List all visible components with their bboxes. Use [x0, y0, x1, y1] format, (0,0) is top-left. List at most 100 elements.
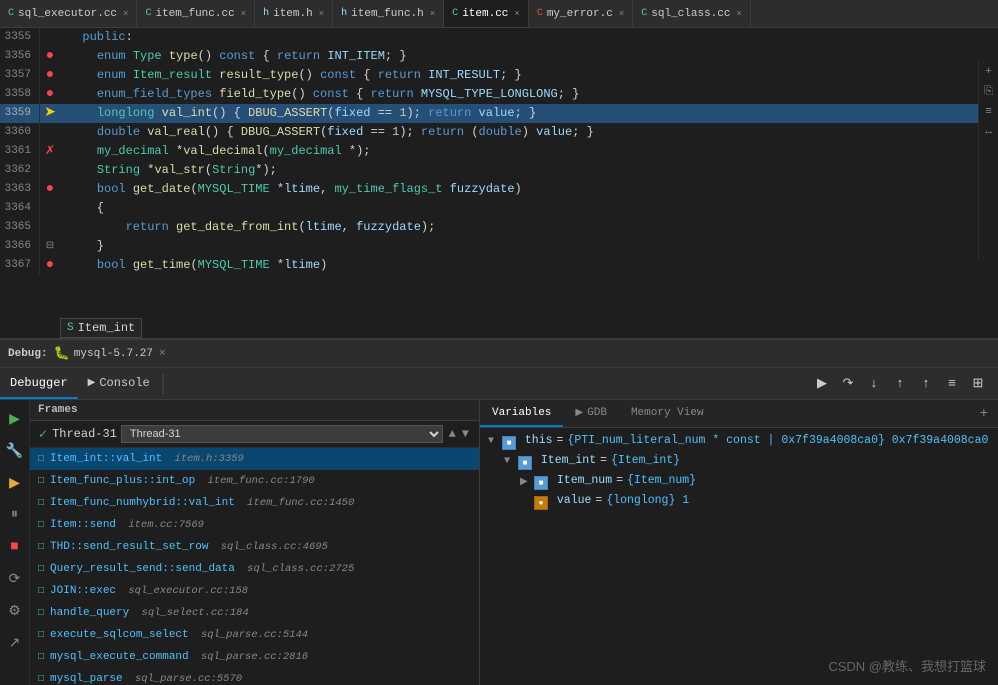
- frame-item-8[interactable]: □ execute_sqlcom_select sql_parse.cc:514…: [30, 624, 479, 646]
- frame-icon: □: [38, 498, 44, 509]
- bookmark-sidebar-icon[interactable]: ↗: [4, 632, 26, 654]
- line-marker-bp[interactable]: ●: [40, 256, 60, 275]
- frame-item-1[interactable]: □ Item_func_plus::int_op item_func.cc:17…: [30, 470, 479, 492]
- thread-dropdown[interactable]: Thread-31: [121, 425, 443, 443]
- line-marker-bp[interactable]: ●: [40, 180, 60, 199]
- h-icon: h: [341, 8, 347, 19]
- line-marker-fold: ⊟: [40, 237, 60, 256]
- line-content: double val_real() { DBUG_ASSERT(fixed ==…: [60, 123, 594, 142]
- debug-close-icon[interactable]: ×: [159, 348, 166, 360]
- debug-toolbar: Debugger ▶ Console ▶ ↷ ↓ ↑ ↑ ≡ ⊞: [0, 368, 998, 400]
- run-sidebar-icon[interactable]: ▶: [4, 472, 26, 494]
- frame-item-2[interactable]: □ Item_func_numhybrid::val_int item_func…: [30, 492, 479, 514]
- code-line-3358: 3358 ● enum_field_types field_type() con…: [0, 85, 998, 104]
- step-into-btn[interactable]: ↓: [862, 372, 886, 396]
- tab-item-h[interactable]: h item.h ×: [255, 0, 333, 27]
- line-marker-bp[interactable]: ●: [40, 85, 60, 104]
- tab-close-icon[interactable]: ×: [123, 9, 128, 19]
- frames-label: Frames: [38, 404, 78, 416]
- frame-name: Item_int::val_int: [50, 453, 162, 465]
- tab-item-func-cc[interactable]: C item_func.cc ×: [137, 0, 255, 27]
- run-to-cursor-btn[interactable]: ↑: [914, 372, 938, 396]
- line-content: }: [60, 237, 104, 256]
- debug-sidebar: ▶ 🔧 ▶ ⏸ ■ ⟳ ⚙ ↗: [0, 400, 30, 685]
- line-number: 3364: [0, 199, 40, 218]
- tab-close-icon[interactable]: ×: [514, 9, 519, 19]
- frames-panel: Frames ✓ Thread-31 Thread-31 ▲ ▼ □ Item_…: [30, 400, 480, 685]
- expand-item-num-icon[interactable]: ▶: [520, 476, 532, 488]
- frame-file: item_func.cc:1790: [201, 475, 314, 487]
- code-line-3365: 3365 return get_date_from_int(ltime, fuz…: [0, 218, 998, 237]
- frame-file: sql_select.cc:184: [135, 607, 248, 619]
- expand-item-int-icon[interactable]: ▼: [504, 456, 516, 467]
- resume-btn[interactable]: ▶: [810, 372, 834, 396]
- tab-console[interactable]: ▶ Console: [78, 368, 160, 399]
- var-panel-tools: +: [974, 400, 998, 427]
- debug-panels: ▶ 🔧 ▶ ⏸ ■ ⟳ ⚙ ↗ Frames ✓ Thread-31 Threa…: [0, 400, 998, 685]
- add-watch-btn[interactable]: +: [974, 406, 994, 422]
- tab-close-icon[interactable]: ×: [430, 9, 435, 19]
- thread-down-arrow[interactable]: ▼: [460, 427, 471, 441]
- evaluate-btn[interactable]: ≡: [940, 372, 964, 396]
- line-content: enum Item_result result_type() const { r…: [60, 66, 522, 85]
- ac-icon: S: [67, 322, 74, 334]
- line-number: 3362: [0, 161, 40, 180]
- line-content: {: [60, 199, 104, 218]
- frame-item-7[interactable]: □ handle_query sql_select.cc:184: [30, 602, 479, 624]
- thread-up-arrow[interactable]: ▲: [447, 427, 458, 441]
- tab-close-icon[interactable]: ×: [241, 9, 246, 19]
- step-over-btn[interactable]: ↷: [836, 372, 860, 396]
- frame-icon: □: [38, 630, 44, 641]
- frame-item-9[interactable]: □ mysql_execute_command sql_parse.cc:281…: [30, 646, 479, 668]
- tab-close-icon[interactable]: ×: [736, 9, 741, 19]
- cc-icon: C: [145, 8, 151, 19]
- var-tabs: Variables ▶ GDB Memory View +: [480, 400, 998, 428]
- tab-label: item.cc: [462, 8, 508, 20]
- step-out-btn[interactable]: ↑: [888, 372, 912, 396]
- frame-item-10[interactable]: □ mysql_parse sql_parse.cc:5570: [30, 668, 479, 685]
- settings-sidebar-icon[interactable]: 🔧: [4, 440, 26, 462]
- session-icon: 🐛: [54, 346, 70, 361]
- frame-name: mysql_parse: [50, 673, 123, 685]
- frame-item-5[interactable]: □ Query_result_send::send_data sql_class…: [30, 558, 479, 580]
- tab-variables[interactable]: Variables: [480, 400, 563, 427]
- frame-icon: □: [38, 586, 44, 597]
- line-number: 3365: [0, 218, 40, 237]
- reload-sidebar-icon[interactable]: ⟳: [4, 568, 26, 590]
- frame-item-0[interactable]: □ Item_int::val_int item.h:3359: [30, 448, 479, 470]
- tab-close-icon[interactable]: ×: [619, 9, 624, 19]
- resume-sidebar-icon[interactable]: ▶: [4, 408, 26, 430]
- tab-item-cc[interactable]: C item.cc ×: [444, 0, 529, 27]
- line-marker-bp[interactable]: ●: [40, 47, 60, 66]
- code-line-3367: 3367 ● bool get_time(MYSQL_TIME *ltime): [0, 256, 998, 275]
- tab-close-icon[interactable]: ×: [319, 9, 324, 19]
- tab-sql-class[interactable]: C sql_class.cc ×: [633, 0, 751, 27]
- line-marker-bp[interactable]: ●: [40, 66, 60, 85]
- tab-sql-executor[interactable]: C sql_executor.cc ×: [0, 0, 137, 27]
- code-line-3362: 3362 String *val_str(String*);: [0, 161, 998, 180]
- frame-item-6[interactable]: □ JOIN::exec sql_executor.cc:158: [30, 580, 479, 602]
- stop-sidebar-icon[interactable]: ■: [4, 536, 26, 558]
- code-line-3363: 3363 ● bool get_date(MYSQL_TIME *ltime, …: [0, 180, 998, 199]
- line-marker-x: ✗: [40, 142, 60, 161]
- settings2-sidebar-icon[interactable]: ⚙: [4, 600, 26, 622]
- tab-memory-view[interactable]: Memory View: [619, 400, 716, 427]
- frame-item-4[interactable]: □ THD::send_result_set_row sql_class.cc:…: [30, 536, 479, 558]
- pause-sidebar-icon[interactable]: ⏸: [4, 504, 26, 526]
- tab-debugger[interactable]: Debugger: [0, 368, 78, 399]
- tab-variables-label: Variables: [492, 407, 551, 419]
- tab-gdb[interactable]: ▶ GDB: [563, 400, 619, 427]
- frame-name: Item_func_numhybrid::val_int: [50, 497, 235, 509]
- frame-name: mysql_execute_command: [50, 651, 189, 663]
- thread-check-icon: ✓: [38, 427, 48, 442]
- frame-item-3[interactable]: □ Item::send item.cc:7569: [30, 514, 479, 536]
- var-equals: =: [557, 434, 564, 447]
- line-content: enum Type type() const { return INT_ITEM…: [60, 47, 407, 66]
- var-type-icon: ■: [502, 436, 516, 450]
- expand-this-icon[interactable]: ▼: [488, 436, 500, 447]
- memory-btn[interactable]: ⊞: [966, 372, 990, 396]
- tab-my-error[interactable]: C my_error.c ×: [529, 0, 633, 27]
- tab-item-func-h[interactable]: h item_func.h ×: [333, 0, 444, 27]
- line-content: public:: [60, 28, 133, 47]
- tab-label: item.h: [273, 8, 313, 20]
